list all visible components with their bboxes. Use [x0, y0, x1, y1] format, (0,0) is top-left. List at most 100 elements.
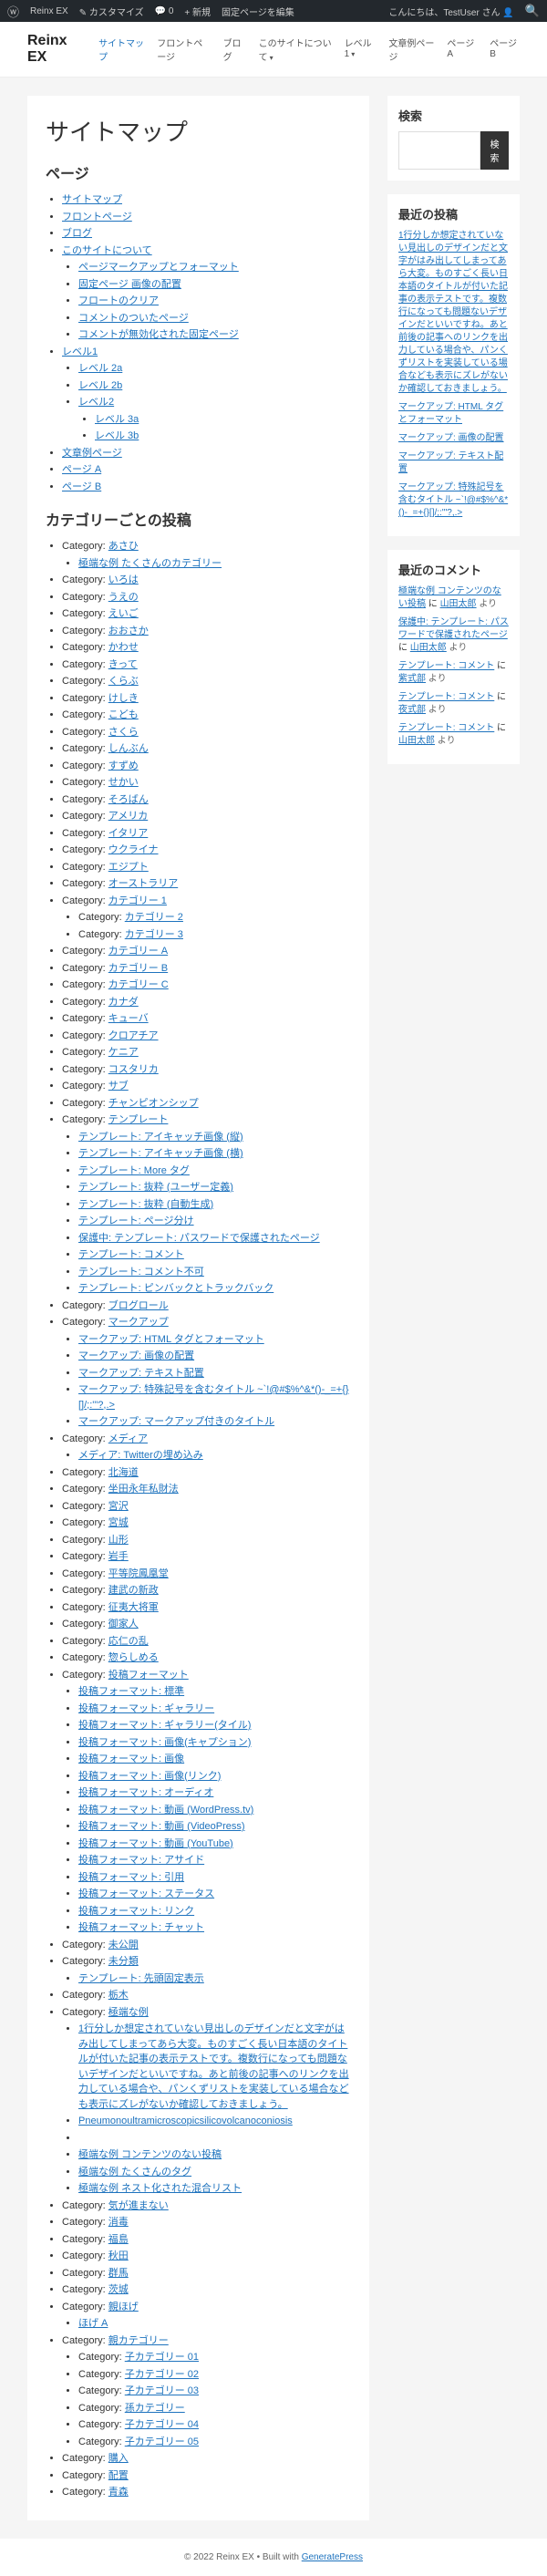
page-link[interactable]: ページ A	[62, 464, 101, 475]
post-link[interactable]: マークアップ: マークアップ付きのタイトル	[78, 1416, 274, 1427]
post-link[interactable]: テンプレート: コメント不可	[78, 1267, 204, 1278]
category-link[interactable]: 御家人	[108, 1619, 139, 1629]
post-link[interactable]: マークアップ: 画像の配置	[78, 1350, 194, 1361]
category-link[interactable]: ケニア	[108, 1047, 139, 1058]
category-link[interactable]: すずめ	[108, 760, 139, 771]
nav-item[interactable]: 文章例ページ	[388, 36, 434, 63]
nav-item[interactable]: このサイトについて▾	[259, 36, 332, 63]
category-link[interactable]: きって	[108, 659, 138, 670]
category-link[interactable]: あさひ	[108, 541, 139, 552]
category-link[interactable]: ウクライナ	[108, 844, 159, 855]
category-link[interactable]: マークアップ	[108, 1317, 169, 1328]
post-link[interactable]: メディア: Twitterの埋め込み	[78, 1450, 203, 1461]
nav-item[interactable]: サイトマップ	[98, 36, 144, 63]
page-link[interactable]: コメントのついたページ	[78, 313, 189, 324]
post-link[interactable]: 投稿フォーマット: ステータス	[78, 1888, 214, 1899]
post-link[interactable]: 投稿フォーマット: 画像(リンク)	[78, 1771, 221, 1782]
post-link[interactable]: 投稿フォーマット: チャット	[78, 1922, 204, 1933]
category-link[interactable]: 子カテゴリー 02	[125, 2369, 199, 2380]
category-link[interactable]: 宮城	[108, 1517, 129, 1528]
category-link[interactable]: 秋田	[108, 2250, 129, 2261]
category-link[interactable]: 極端な例	[108, 2007, 149, 2018]
category-link[interactable]: 北海道	[108, 1467, 139, 1478]
post-link[interactable]: 投稿フォーマット: 画像	[78, 1754, 184, 1764]
post-link[interactable]: 投稿フォーマット: オーディオ	[78, 1787, 213, 1798]
comment-post-link[interactable]: テンプレート: コメント	[398, 692, 494, 702]
category-link[interactable]: 坐田永年私財法	[108, 1484, 179, 1495]
category-link[interactable]: 征夷大将軍	[108, 1602, 159, 1613]
category-link[interactable]: 惣らしめる	[108, 1652, 159, 1663]
post-link[interactable]: テンプレート: 先頭固定表示	[78, 1973, 204, 1984]
post-link[interactable]: テンプレート: コメント	[78, 1249, 184, 1260]
nav-item[interactable]: レベル1▾	[345, 36, 377, 63]
page-link[interactable]: レベル 2a	[78, 363, 122, 374]
search-input[interactable]	[398, 131, 480, 170]
post-link[interactable]: テンプレート: More タグ	[78, 1165, 190, 1176]
category-link[interactable]: 茨城	[108, 2284, 129, 2295]
post-link[interactable]: 極端な例 コンテンツのない投稿	[78, 2149, 222, 2160]
category-link[interactable]: かわせ	[108, 642, 139, 653]
category-link[interactable]: 未分類	[108, 1956, 139, 1967]
category-link[interactable]: 気が進まない	[108, 2200, 169, 2211]
category-link[interactable]: カテゴリー 3	[125, 929, 183, 940]
post-link[interactable]: マークアップ: テキスト配置	[78, 1368, 204, 1379]
category-link[interactable]: 平等院鳳凰堂	[108, 1568, 169, 1579]
recent-post-link[interactable]: マークアップ: HTML タグとフォーマット	[398, 402, 503, 425]
category-link[interactable]: 応仁の乱	[108, 1636, 149, 1647]
category-link[interactable]: 宮沢	[108, 1501, 129, 1512]
category-link[interactable]: そろばん	[108, 794, 149, 805]
category-link[interactable]: カテゴリー C	[108, 979, 169, 990]
category-link[interactable]: 購入	[108, 2453, 129, 2464]
post-link[interactable]: ほげ A	[78, 2318, 108, 2329]
category-link[interactable]: 親カテゴリー	[108, 2335, 169, 2346]
post-link[interactable]: Pneumonoultramicroscopicsilicovolcanocon…	[78, 2116, 293, 2126]
category-link[interactable]: こども	[108, 709, 139, 720]
page-link[interactable]: ページ B	[62, 481, 101, 492]
post-link[interactable]: 極端な例 たくさんのタグ	[78, 2167, 191, 2178]
category-link[interactable]: 栃木	[108, 1990, 129, 2001]
admin-site-name[interactable]: Reinx EX	[30, 6, 68, 16]
category-link[interactable]: 配置	[108, 2470, 129, 2481]
post-link[interactable]: 投稿フォーマット: 引用	[78, 1872, 184, 1883]
comment-post-link[interactable]: テンプレート: コメント	[398, 661, 494, 671]
admin-customize[interactable]: ✎ カスタマイズ	[79, 5, 144, 18]
category-link[interactable]: せかい	[108, 777, 139, 788]
category-link[interactable]: キューバ	[108, 1013, 149, 1024]
post-link[interactable]: 1行分しか想定されていない見出しのデザインだと文字がはみ出してしまってあら大変。…	[78, 2023, 349, 2110]
category-link[interactable]: 青森	[108, 2487, 129, 2498]
category-link[interactable]: えいご	[108, 608, 139, 619]
nav-item[interactable]: フロントページ	[157, 36, 210, 63]
category-link[interactable]: アメリカ	[108, 811, 148, 822]
post-link[interactable]: テンプレート: アイキャッチ画像 (縦)	[78, 1132, 243, 1143]
page-link[interactable]: コメントが無効化された固定ページ	[78, 329, 239, 340]
post-link[interactable]: 投稿フォーマット: 動画 (VideoPress)	[78, 1821, 245, 1832]
page-link[interactable]: レベル 3a	[95, 414, 139, 425]
category-link[interactable]: テンプレート	[108, 1114, 169, 1125]
comment-post-link[interactable]: テンプレート: コメント	[398, 723, 494, 733]
admin-edit-page[interactable]: 固定ページを編集	[222, 5, 294, 18]
category-link[interactable]: 子カテゴリー 01	[125, 2352, 199, 2363]
category-link[interactable]: 岩手	[108, 1551, 129, 1562]
page-link[interactable]: サイトマップ	[62, 194, 122, 205]
post-link[interactable]: 保護中: テンプレート: パスワードで保護されたページ	[78, 1233, 320, 1244]
category-link[interactable]: ブログロール	[108, 1300, 169, 1311]
category-link[interactable]: しんぶん	[108, 743, 149, 754]
category-link[interactable]: カナダ	[108, 997, 139, 1008]
admin-greeting[interactable]: こんにちは、TestUser さん 👤	[388, 5, 513, 18]
page-link[interactable]: フロントページ	[62, 212, 132, 222]
page-link[interactable]: このサイトについて	[62, 245, 152, 256]
post-link[interactable]: テンプレート: アイキャッチ画像 (横)	[78, 1148, 243, 1159]
category-link[interactable]: 未公開	[108, 1940, 139, 1950]
post-link[interactable]: テンプレート: 抜粋 (ユーザー定義)	[78, 1182, 233, 1193]
category-link[interactable]: チャンピオンシップ	[108, 1098, 199, 1109]
comment-author-link[interactable]: 夜式部	[398, 705, 426, 715]
post-link[interactable]: 極端な例 ネスト化された混合リスト	[78, 2183, 242, 2194]
category-link[interactable]: サブ	[108, 1081, 129, 1091]
comment-author-link[interactable]: 紫式部	[398, 674, 426, 684]
recent-post-link[interactable]: マークアップ: テキスト配置	[398, 451, 503, 474]
page-link[interactable]: レベル1	[62, 347, 98, 357]
category-link[interactable]: 消毒	[108, 2217, 129, 2228]
category-link[interactable]: カテゴリー A	[108, 946, 168, 957]
post-link[interactable]: マークアップ: 特殊記号を含むタイトル ~`!@#$%^&*()-_=+{}[]…	[78, 1384, 349, 1411]
page-link[interactable]: ページマークアップとフォーマット	[78, 262, 239, 273]
